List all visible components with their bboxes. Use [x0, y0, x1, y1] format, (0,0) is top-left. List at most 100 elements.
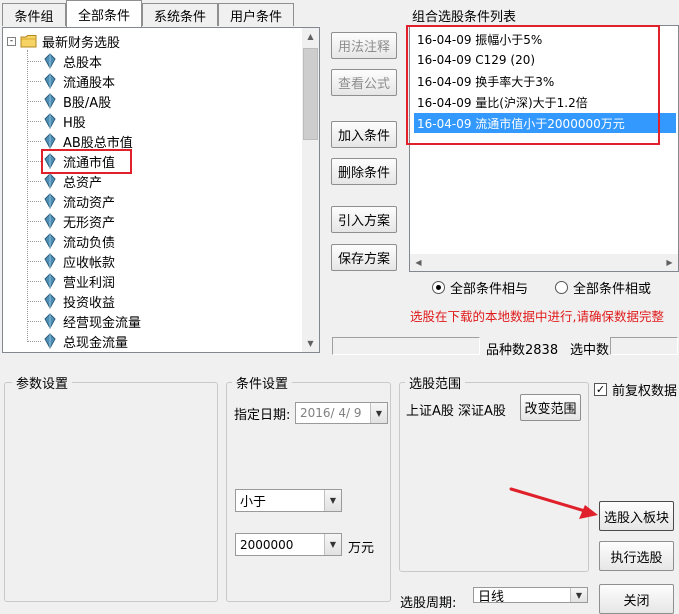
change-range-button[interactable]: 改变范围 [520, 394, 581, 421]
tree-item[interactable]: AB股总市值 [3, 131, 303, 151]
close-button[interactable]: 关闭 [599, 584, 674, 614]
condition-leaf-icon [44, 93, 56, 109]
tree-connector [27, 220, 41, 222]
tree-item-label: 总现金流量 [63, 335, 129, 351]
delete-condition-button[interactable]: 删除条件 [331, 158, 397, 185]
add-to-block-button[interactable]: 选股入板块 [599, 501, 674, 531]
list-item[interactable]: 16-04-09 C129 (20) [414, 50, 676, 70]
compare-select[interactable]: 小于 ▼ [235, 489, 342, 512]
scroll-left-icon[interactable]: ◀ [410, 254, 427, 271]
tree-item[interactable]: 营业利润 [3, 271, 303, 291]
tree-connector [27, 340, 41, 342]
condition-leaf-icon [44, 253, 56, 269]
radio-and[interactable] [432, 281, 445, 294]
condition-leaf-icon [44, 333, 56, 349]
pre-rights-checkbox[interactable]: ✓ [594, 383, 607, 396]
scroll-up-icon[interactable]: ▲ [302, 28, 319, 45]
condition-group-title: 条件设置 [232, 373, 293, 392]
tree-connector [27, 140, 41, 142]
tree-item[interactable]: 流通市值 [3, 151, 303, 171]
scroll-down-icon[interactable]: ▼ [302, 335, 319, 352]
import-scheme-button[interactable]: 引入方案 [331, 206, 397, 233]
variety-count-label: 品种数 [486, 343, 526, 358]
condition-leaf-icon [44, 273, 56, 289]
combined-condition-list[interactable]: 16-04-09 振幅小于5% 16-04-09 C129 (20) 16-04-0… [409, 25, 679, 272]
list-item[interactable]: 16-04-09 振幅小于5% [414, 29, 676, 49]
condition-leaf-icon [44, 193, 56, 209]
tree-connector [27, 280, 41, 282]
condition-leaf-icon [44, 293, 56, 309]
calendar-dropdown-icon[interactable]: ▼ [370, 403, 387, 423]
tree-item[interactable]: 经营现金流量 [3, 311, 303, 331]
usage-note-button[interactable]: 用法注释 [331, 32, 397, 59]
date-picker[interactable]: 2016/ 4/ 9 ▼ [295, 402, 388, 424]
logic-or-label: 全部条件相或 [573, 282, 652, 297]
tab-user-conditions[interactable]: 用户条件 [218, 3, 294, 26]
scroll-right-icon[interactable]: ▶ [661, 254, 678, 271]
radio-or[interactable] [555, 281, 568, 294]
tree-item[interactable]: 投资收益 [3, 291, 303, 311]
condition-tree[interactable]: - 最新财务选股 总股本 流通股本 B股/A股 H股 AB股总市值 流通市值总资产流动资产… [2, 27, 320, 353]
list-item[interactable]: 16-04-09 流通市值小于2000000万元 [414, 113, 676, 133]
condition-leaf-icon [44, 173, 56, 189]
tree-item[interactable]: 总股本 [3, 51, 303, 71]
tree-connector [27, 80, 41, 82]
tree-item[interactable]: 流通股本 [3, 71, 303, 91]
chevron-down-icon[interactable]: ▼ [324, 534, 341, 555]
tree-item[interactable]: H股 [3, 111, 303, 131]
tree-item[interactable]: 流动资产 [3, 191, 303, 211]
tree-connector [27, 240, 41, 242]
view-formula-button[interactable]: 查看公式 [331, 69, 397, 96]
chevron-down-icon[interactable]: ▼ [570, 588, 587, 602]
tree-item[interactable]: B股/A股 [3, 91, 303, 111]
collapse-icon[interactable]: - [7, 36, 16, 46]
add-condition-button[interactable]: 加入条件 [331, 121, 397, 148]
tree-item-label: 总股本 [63, 55, 103, 71]
selected-count-field [610, 337, 678, 355]
tree-root[interactable]: - 最新财务选股 [3, 31, 303, 51]
tab-condition-group[interactable]: 条件组 [2, 3, 66, 26]
tree-item[interactable]: 应收帐款 [3, 251, 303, 271]
tree-item-label: B股/A股 [63, 95, 112, 111]
tree-item[interactable]: 流动负债 [3, 231, 303, 251]
tree-vertical-scrollbar[interactable]: ▲ ▼ [302, 28, 319, 352]
tree-item-label: 无形资产 [63, 215, 116, 231]
list-item[interactable]: 16-04-09 量比(沪深)大于1.2倍 [414, 92, 676, 112]
period-select[interactable]: 日线 ▼ [473, 587, 588, 605]
tree-connector [27, 160, 41, 162]
list-item[interactable]: 16-04-09 换手率大于3% [414, 71, 676, 91]
variety-count: 品种数2838 [486, 339, 558, 358]
tree-connector [27, 120, 41, 122]
pre-rights-option[interactable]: ✓ 前复权数据 [594, 380, 677, 399]
range-text: 上证A股 深证A股 [406, 404, 506, 419]
logic-and-option[interactable]: 全部条件相与 [432, 278, 528, 297]
tree-connector [27, 300, 41, 302]
list-horizontal-scrollbar[interactable]: ◀ ▶ [410, 254, 678, 271]
tree-item-label: 营业利润 [63, 275, 116, 291]
tab-all-conditions[interactable]: 全部条件 [66, 0, 142, 27]
tree-connector [27, 60, 41, 62]
combined-list-title: 组合选股条件列表 [412, 10, 517, 25]
execute-button[interactable]: 执行选股 [599, 541, 674, 571]
range-group-title: 选股范围 [405, 373, 466, 392]
pre-rights-label: 前复权数据 [612, 384, 678, 399]
tree-item-label: 总资产 [63, 175, 103, 191]
logic-or-option[interactable]: 全部条件相或 [555, 278, 651, 297]
tree-item[interactable]: 总现金流量 [3, 331, 303, 351]
date-label: 指定日期: [234, 408, 291, 423]
chevron-down-icon[interactable]: ▼ [324, 490, 341, 511]
scroll-thumb[interactable] [303, 48, 318, 140]
tab-system-conditions[interactable]: 系统条件 [142, 3, 218, 26]
tree-item-label: 流动资产 [63, 195, 116, 211]
folder-icon [20, 35, 37, 48]
amount-select[interactable]: 2000000 ▼ [235, 533, 342, 556]
tree-item[interactable]: 无形资产 [3, 211, 303, 231]
tree-item[interactable]: 总资产 [3, 171, 303, 191]
condition-leaf-icon [44, 313, 56, 329]
logic-and-label: 全部条件相与 [450, 282, 529, 297]
tree-connector [27, 180, 41, 182]
condition-leaf-icon [44, 133, 56, 149]
tree-connector [27, 100, 41, 102]
tree-item-label: AB股总市值 [63, 135, 133, 151]
save-scheme-button[interactable]: 保存方案 [331, 244, 397, 271]
